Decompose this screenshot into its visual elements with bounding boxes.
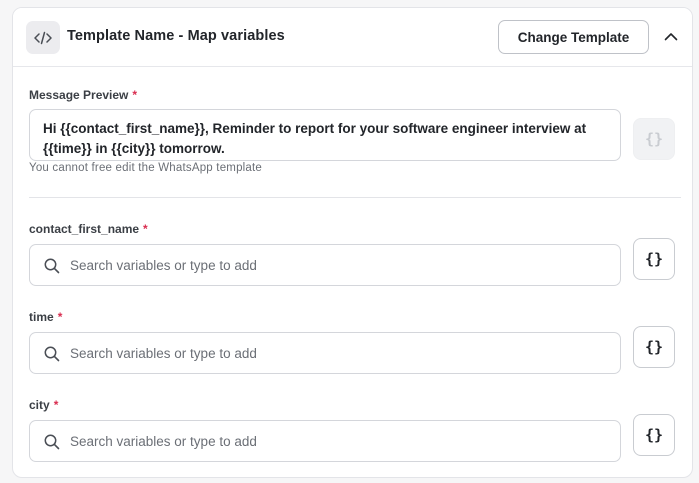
required-mark: *: [143, 222, 148, 236]
variable-search-time[interactable]: [29, 332, 621, 374]
search-input[interactable]: [70, 333, 610, 373]
variable-label-city: city *: [29, 398, 58, 412]
divider: [29, 197, 681, 198]
search-input[interactable]: [70, 245, 610, 285]
insert-variable-button[interactable]: {}: [633, 326, 675, 368]
variable-label-time: time *: [29, 310, 62, 324]
insert-variable-button-disabled: {}: [633, 118, 675, 160]
variable-label-text: contact_first_name: [29, 222, 140, 236]
search-input[interactable]: [70, 421, 610, 461]
search-icon: [44, 258, 60, 274]
message-preview-label: Message Preview *: [29, 88, 137, 102]
preview-helper-text: You cannot free edit the WhatsApp templa…: [29, 162, 263, 174]
required-mark: *: [132, 88, 138, 102]
required-mark: *: [57, 310, 63, 324]
search-icon: [44, 346, 60, 362]
variable-label-contact-first-name: contact_first_name *: [29, 222, 148, 236]
variable-search-contact-first-name[interactable]: [29, 244, 621, 286]
chevron-up-icon[interactable]: [661, 26, 681, 46]
map-variables-panel: Template Name - Map variables Change Tem…: [12, 7, 693, 478]
panel-header: Template Name - Map variables Change Tem…: [13, 8, 692, 67]
message-preview-label-text: Message Preview: [29, 88, 129, 102]
variable-label-text: city: [29, 398, 50, 412]
variable-label-text: time: [29, 310, 54, 324]
change-template-button[interactable]: Change Template: [498, 20, 649, 54]
template-title: Template Name - Map variables: [67, 28, 285, 44]
variable-search-city[interactable]: [29, 420, 621, 462]
insert-variable-button[interactable]: {}: [633, 238, 675, 280]
code-icon: [26, 21, 60, 54]
required-mark: *: [53, 398, 59, 412]
search-icon: [44, 434, 60, 450]
message-preview-box: Hi {{contact_first_name}}, Reminder to r…: [29, 109, 621, 161]
insert-variable-button[interactable]: {}: [633, 414, 675, 456]
